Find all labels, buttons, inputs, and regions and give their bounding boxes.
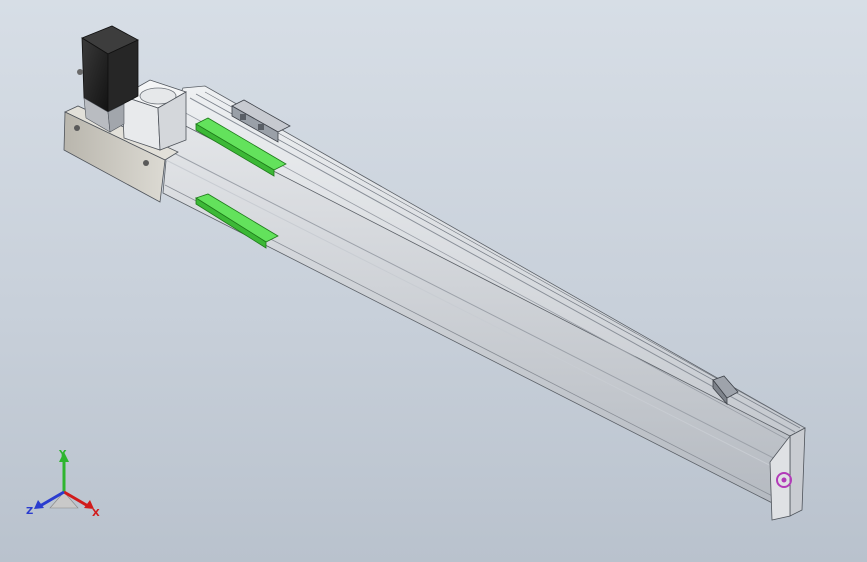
z-axis-label: Z (26, 506, 33, 517)
mount-hole-icon (143, 160, 149, 166)
cad-model[interactable] (0, 0, 867, 562)
coordinate-triad: Y X Z (26, 449, 100, 519)
y-axis-label: Y (58, 449, 67, 460)
x-axis-label: X (92, 508, 100, 519)
cad-viewport[interactable]: Y X Z (0, 0, 867, 562)
connector-icon (77, 69, 83, 75)
mount-hole-icon (74, 125, 80, 131)
